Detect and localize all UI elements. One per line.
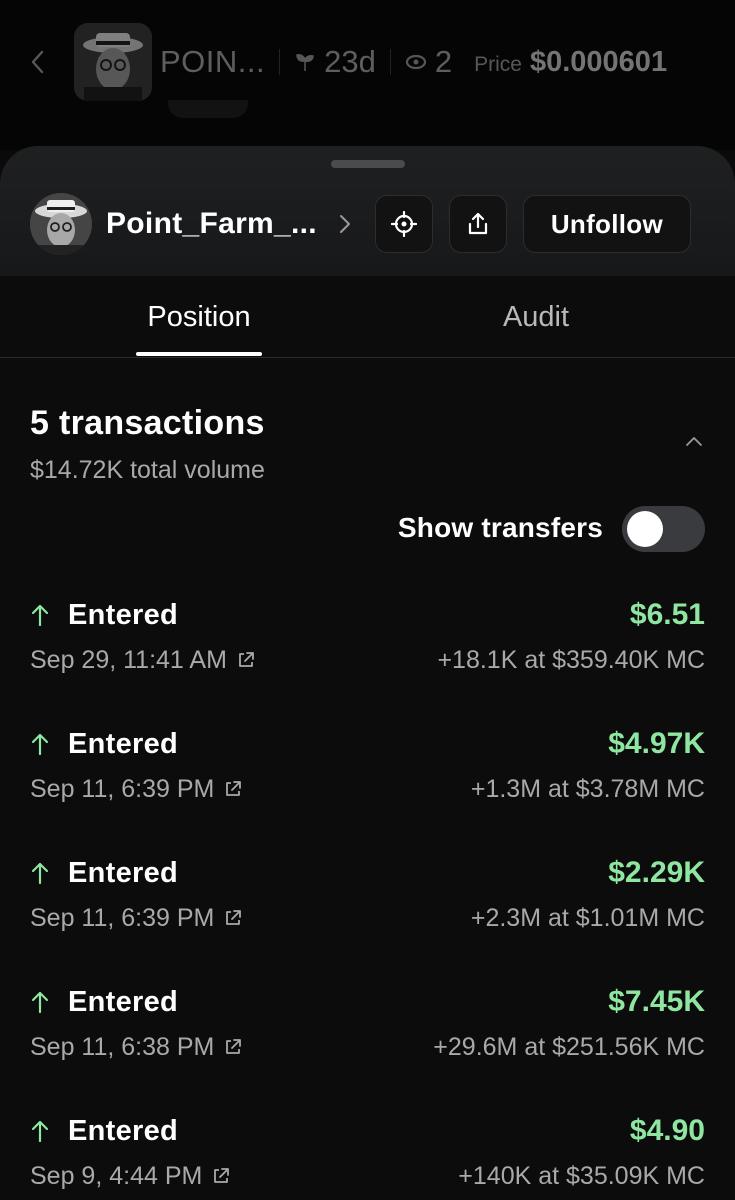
transaction-type: Entered: [68, 1114, 179, 1147]
token-age-value: 23d: [324, 44, 376, 79]
transaction-type-row: Entered: [30, 1112, 178, 1150]
background-header: POIN... 23d 2 Price $0.000601: [0, 0, 735, 150]
transaction-time: Sep 11, 6:39 PM: [30, 774, 215, 803]
tab-audit[interactable]: Audit: [440, 276, 632, 358]
price-label: Price: [474, 53, 522, 76]
arrow-up-icon: [30, 988, 54, 1016]
profile-row: Point_Farm_... Unfollow: [30, 193, 705, 255]
token-name: POIN...: [160, 44, 266, 79]
wallet-sheet: Point_Farm_... Unfollow Position Audit 5…: [0, 146, 735, 1200]
tab-position[interactable]: Position: [100, 276, 298, 358]
transaction-type-row: Entered: [30, 854, 178, 892]
transaction-row[interactable]: Entered Sep 11, 6:38 PM $7.45K +29.6M at…: [30, 983, 705, 1083]
transaction-row[interactable]: Entered Sep 29, 11:41 AM $6.51 +18.1K at…: [30, 596, 705, 696]
transaction-time-row: Sep 11, 6:39 PM: [30, 902, 242, 934]
arrow-up-icon: [30, 1117, 54, 1145]
active-tab-indicator: [136, 352, 262, 356]
transaction-time: Sep 29, 11:41 AM: [30, 645, 227, 674]
transactions-count: 5 transactions: [30, 404, 265, 442]
timeframe-peek: [0, 100, 735, 122]
transaction-time-row: Sep 11, 6:39 PM: [30, 773, 242, 805]
divider: [389, 49, 391, 75]
transaction-time-row: Sep 9, 4:44 PM: [30, 1160, 230, 1192]
token-holders: 2: [405, 44, 452, 80]
transaction-row[interactable]: Entered Sep 9, 4:44 PM $4.90 +140K at $3…: [30, 1112, 705, 1200]
transaction-detail: +1.3M at $3.78M MC: [470, 775, 705, 803]
transaction-type: Entered: [68, 856, 179, 889]
chevron-right-icon: [339, 215, 350, 233]
transaction-time-row: Sep 29, 11:41 AM: [30, 644, 255, 676]
external-link-icon[interactable]: [224, 780, 242, 798]
sheet-header: Point_Farm_... Unfollow: [0, 146, 735, 276]
back-button[interactable]: [26, 42, 48, 82]
timeframe-pill: [168, 100, 248, 118]
transaction-detail: +18.1K at $359.40K MC: [437, 646, 705, 674]
transaction-detail: +2.3M at $1.01M MC: [470, 904, 705, 932]
transaction-amount: $6.51: [629, 598, 705, 631]
transaction-type: Entered: [68, 727, 179, 760]
drag-handle[interactable]: [331, 160, 405, 168]
transaction-time-row: Sep 11, 6:38 PM: [30, 1031, 242, 1063]
external-link-icon[interactable]: [224, 1038, 242, 1056]
toggle-knob: [627, 511, 663, 547]
transaction-row[interactable]: Entered Sep 11, 6:39 PM $4.97K +1.3M at …: [30, 725, 705, 825]
transaction-detail: +140K at $35.09K MC: [458, 1162, 705, 1190]
show-transfers-label: Show transfers: [397, 512, 603, 543]
total-volume: $14.72K total volume: [30, 456, 265, 484]
track-button[interactable]: [374, 195, 433, 253]
token-age: 23d: [294, 44, 376, 80]
external-link-icon[interactable]: [212, 1167, 230, 1185]
transaction-type-row: Entered: [30, 596, 178, 634]
crosshair-icon: [390, 211, 417, 237]
external-link-icon[interactable]: [237, 651, 255, 669]
price-value: $0.000601: [529, 45, 668, 78]
transaction-amount: $2.29K: [608, 856, 705, 889]
transaction-time: Sep 11, 6:39 PM: [30, 903, 215, 932]
unfollow-button[interactable]: Unfollow: [522, 195, 691, 253]
transaction-amount: $7.45K: [608, 985, 705, 1018]
transaction-detail: +29.6M at $251.56K MC: [433, 1033, 705, 1061]
eye-icon: [405, 54, 426, 70]
arrow-up-icon: [30, 601, 54, 629]
chevron-up-icon[interactable]: [684, 434, 704, 448]
token-holders-value: 2: [434, 44, 453, 79]
transaction-amount: $4.90: [629, 1114, 705, 1147]
share-icon: [468, 212, 488, 235]
transaction-type-row: Entered: [30, 983, 178, 1021]
show-transfers-toggle[interactable]: [622, 506, 705, 552]
transaction-amount: $4.97K: [608, 727, 705, 760]
share-button[interactable]: [448, 195, 507, 253]
transaction-type: Entered: [68, 985, 179, 1018]
external-link-icon[interactable]: [224, 909, 242, 927]
chevron-left-icon: [31, 50, 44, 74]
transaction-time: Sep 11, 6:38 PM: [30, 1032, 215, 1061]
token-avatar[interactable]: [74, 23, 152, 101]
transaction-type-row: Entered: [30, 725, 178, 763]
profile-chevron[interactable]: [339, 212, 353, 236]
avatar[interactable]: [30, 193, 92, 255]
profile-name[interactable]: Point_Farm_...: [106, 207, 317, 241]
tab-bar: Position Audit: [0, 276, 735, 358]
sprout-icon: [296, 54, 314, 71]
transaction-row[interactable]: Entered Sep 11, 6:39 PM $2.29K +2.3M at …: [30, 854, 705, 954]
arrow-up-icon: [30, 730, 54, 758]
arrow-up-icon: [30, 859, 54, 887]
divider: [279, 49, 281, 75]
transaction-type: Entered: [68, 598, 179, 631]
token-topbar: POIN... 23d 2 Price $0.000601: [0, 22, 735, 102]
transaction-time: Sep 9, 4:44 PM: [30, 1161, 203, 1190]
